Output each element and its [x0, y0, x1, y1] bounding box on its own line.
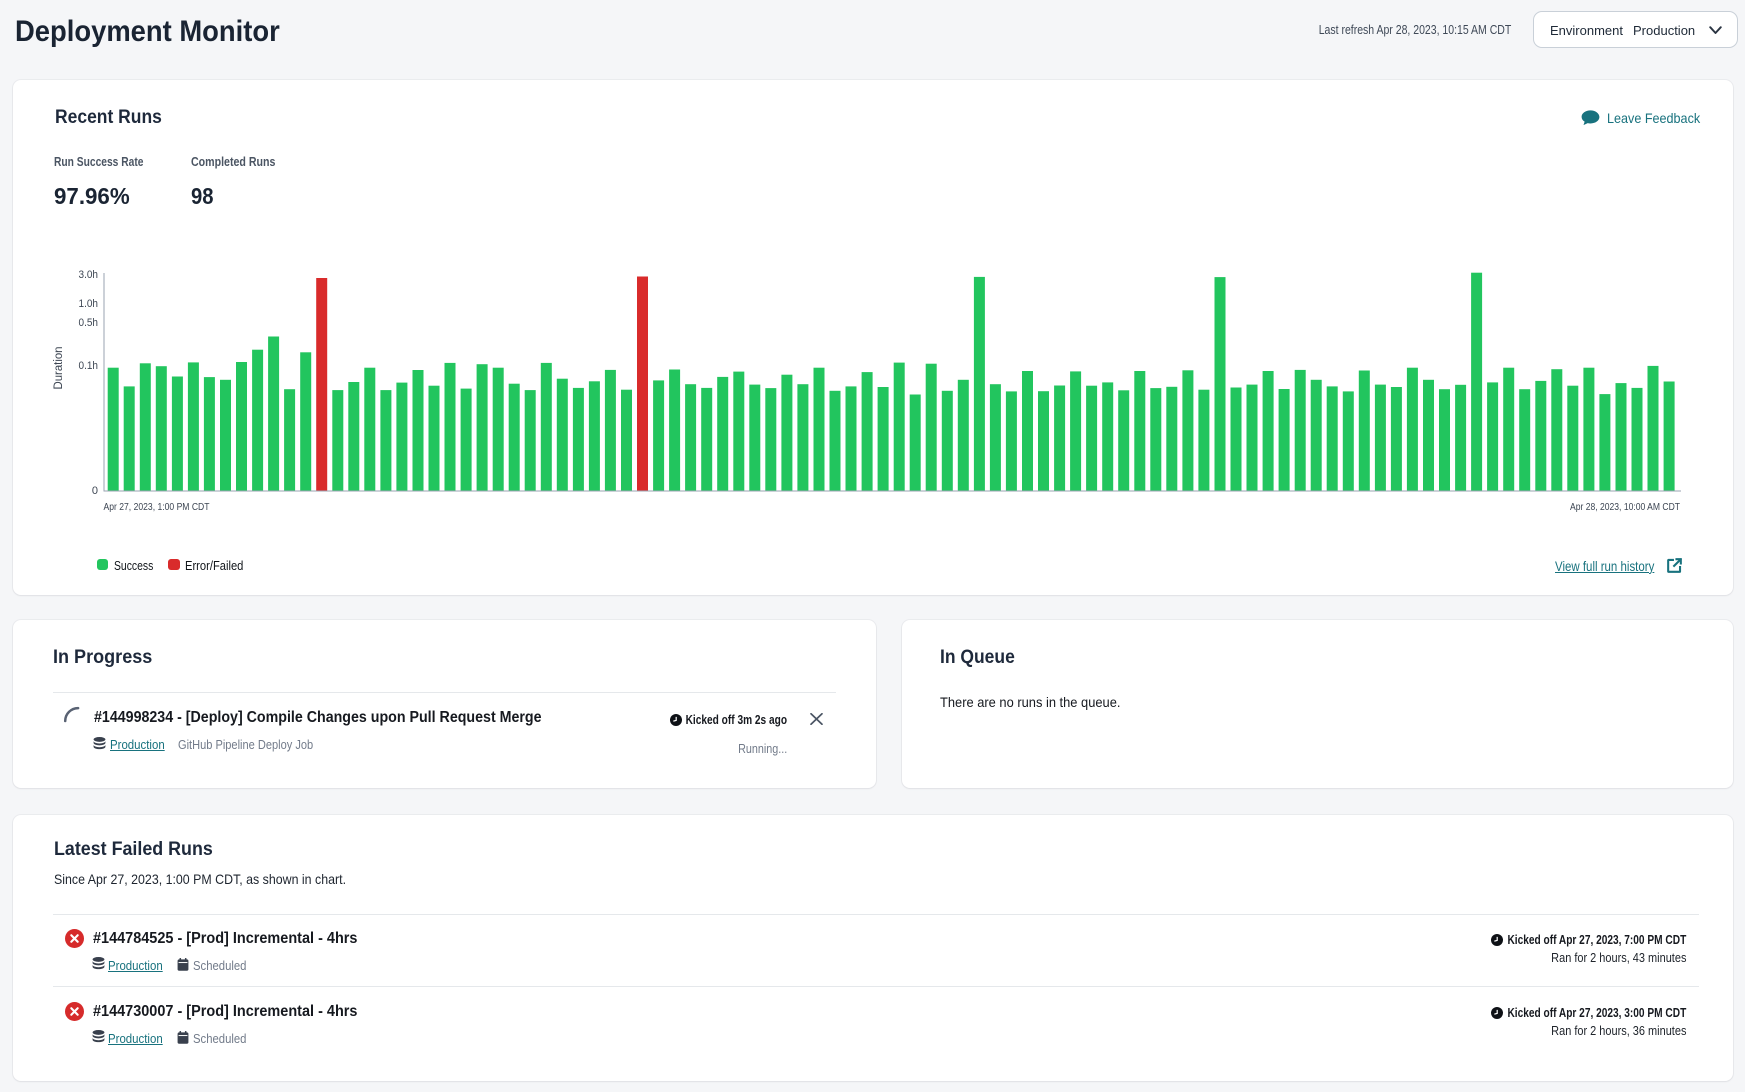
svg-text:Apr 28, 2023, 10:00 AM CDT: Apr 28, 2023, 10:00 AM CDT: [1570, 501, 1680, 513]
svg-text:1.0h: 1.0h: [79, 298, 99, 310]
svg-text:0.1h: 0.1h: [79, 360, 99, 372]
svg-text:Apr 27, 2023, 1:00 PM CDT: Apr 27, 2023, 1:00 PM CDT: [104, 501, 210, 513]
svg-text:0: 0: [92, 485, 98, 497]
svg-text:3.0h: 3.0h: [79, 269, 99, 281]
svg-text:Duration: Duration: [53, 347, 65, 390]
svg-text:0.5h: 0.5h: [79, 317, 99, 329]
